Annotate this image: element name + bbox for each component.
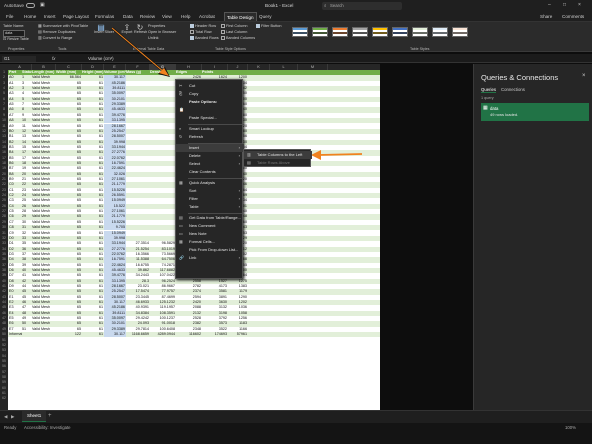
query-status: 49 rows loaded. — [490, 112, 519, 117]
context-menu-filter-label: Filter — [189, 196, 198, 201]
context-menu-smart-lookup[interactable]: ⌕ Smart Lookup — [176, 125, 244, 133]
context-menu-link-icon: 🔗 — [179, 255, 184, 260]
tab-queries[interactable]: Queries — [481, 87, 497, 93]
context-menu-new-comment-label: New Comment — [189, 223, 216, 228]
context-menu-copy[interactable]: ⎘ Copy — [176, 90, 244, 98]
context-menu-clear-contents[interactable]: Clear Contents — [176, 168, 244, 176]
context-menu-refresh[interactable]: ↻ Refresh — [176, 133, 244, 141]
annotation-arrow-orange-1 — [111, 27, 165, 73]
context-menu-cut-icon: ✂ — [179, 83, 183, 88]
chevron-right-icon: › — [238, 204, 240, 209]
context-menu-get-data-from-table-range-icon: ▤ — [179, 215, 183, 220]
context-menu-sort-label: Sort — [189, 188, 197, 193]
context-menu-paste-special[interactable]: Paste Special... — [176, 114, 244, 122]
context-menu-table[interactable]: Table › — [176, 203, 244, 211]
menu-separator — [188, 123, 242, 124]
context-menu-table-label: Table — [189, 204, 199, 209]
status-bar: Ready Accessibility: Investigate 100% — [0, 423, 592, 444]
context-menu-format-cells-label: Format Cells... — [189, 239, 216, 244]
context-menu-delete[interactable]: Delete › — [176, 152, 244, 160]
chevron-right-icon: › — [238, 153, 240, 158]
context-menu-get-data-from-table-range[interactable]: ▤ Get Data from Table/Range... — [176, 214, 244, 222]
chevron-right-icon: › — [238, 161, 240, 166]
pane-close-icon[interactable]: × — [582, 73, 586, 79]
sheet-tab[interactable]: Sheet1 — [22, 411, 47, 422]
context-menu-new-note-icon: ▭ — [179, 231, 183, 236]
tab-connections[interactable]: Connections — [501, 87, 525, 92]
queries-pane: Queries & Connections × Queries Connecti… — [473, 64, 592, 410]
context-menu-smart-lookup-label: Smart Lookup — [189, 126, 214, 131]
insert-columns-left[interactable]: ▥ Table Columns to the Left — [244, 151, 312, 159]
annotation-arrowhead-orange-2 — [311, 150, 321, 160]
menu-separator — [188, 212, 242, 213]
context-menu-refresh-icon: ↻ — [179, 134, 183, 139]
context-menu-new-comment[interactable]: ▭ New Comment — [176, 222, 244, 230]
context-menu-new-note[interactable]: ▭ New Note — [176, 230, 244, 238]
sheet-tab-bar: ◀ ▶ Sheet1 + — [0, 410, 592, 423]
context-menu-pick-from-drop-down-list[interactable]: Pick From Drop-down List... — [176, 246, 244, 254]
context-menu-insert[interactable]: Insert › — [176, 144, 244, 152]
menu-separator — [188, 142, 242, 143]
status-accessibility[interactable]: Accessibility: Investigate — [24, 425, 71, 430]
status-ready: Ready — [4, 425, 17, 430]
context-menu-new-note-label: New Note — [189, 231, 207, 236]
insert-rows-above[interactable]: ▤ Table Rows Above — [244, 159, 312, 167]
context-menu-smart-lookup-icon: ⌕ — [179, 126, 182, 131]
context-menu-link[interactable]: 🔗 Link › — [176, 254, 244, 262]
zoom-level[interactable]: 100% — [565, 425, 576, 430]
insert-submenu: ▥ Table Columns to the Left ▤ Table Rows A… — [243, 149, 312, 167]
sheet-prev-icon[interactable]: ◀ — [4, 414, 7, 420]
context-menu-select[interactable]: Select › — [176, 160, 244, 168]
chevron-right-icon: › — [238, 255, 240, 260]
chevron-right-icon: › — [238, 188, 240, 193]
queries-pane-title: Queries & Connections — [481, 73, 559, 82]
insert-row-icon: ▤ — [247, 160, 251, 165]
context-menu-quick-analysis-label: Quick Analysis — [189, 180, 216, 185]
context-menu-quick-analysis-icon: ▦ — [179, 180, 183, 185]
context-menu-get-data-from-table-range-label: Get Data from Table/Range... — [189, 215, 241, 220]
sheet-next-icon[interactable]: ▶ — [11, 414, 14, 420]
add-sheet-button[interactable]: + — [48, 413, 52, 419]
context-menu-new-comment-icon: ▭ — [179, 223, 183, 228]
chevron-right-icon: › — [238, 145, 240, 150]
context-menu-filter[interactable]: Filter › — [176, 195, 244, 203]
context-menu-paste-options[interactable]: Paste Options: — [176, 98, 244, 106]
context-menu-paste-option[interactable]: 📋 — [176, 106, 244, 114]
context-menu-insert-label: Insert — [189, 145, 200, 150]
insert-column-icon: ▥ — [247, 152, 251, 157]
menu-separator — [188, 177, 242, 178]
context-menu-paste-special-label: Paste Special... — [189, 115, 217, 120]
context-menu-quick-analysis[interactable]: ▦ Quick Analysis — [176, 179, 244, 187]
context-menu-format-cells-icon: ▦ — [179, 239, 183, 244]
table-icon: ▦ — [483, 105, 488, 111]
context-menu-pick-from-drop-down-list-label: Pick From Drop-down List... — [189, 247, 239, 252]
query-count: 1 query — [481, 96, 494, 100]
annotation-arrow-orange-2 — [317, 153, 363, 156]
context-menu-copy-icon: ⎘ — [179, 91, 183, 96]
context-menu-paste-option-icon: 📋 — [179, 107, 184, 112]
context-menu-select-label: Select — [189, 161, 201, 166]
context-menu-paste-options-label: Paste Options: — [189, 99, 218, 104]
context-menu-format-cells[interactable]: ▦ Format Cells... — [176, 238, 244, 246]
query-name: data — [490, 105, 499, 111]
context-menu-link-label: Link — [189, 255, 197, 260]
context-menu-copy-label: Copy — [189, 91, 199, 96]
context-menu: ✂ Cut ⎘ Copy Paste Options: 📋 Paste Special...… — [175, 79, 244, 279]
context-menu-refresh-label: Refresh — [189, 134, 204, 139]
context-menu-cut-label: Cut — [189, 83, 196, 88]
query-item[interactable]: ▦ data 49 rows loaded. — [481, 103, 589, 121]
context-menu-sort[interactable]: Sort › — [176, 187, 244, 195]
context-menu-cut[interactable]: ✂ Cut — [176, 82, 244, 90]
context-menu-clear-contents-label: Clear Contents — [189, 169, 216, 174]
context-menu-delete-label: Delete — [189, 153, 201, 158]
chevron-right-icon: › — [238, 196, 240, 201]
